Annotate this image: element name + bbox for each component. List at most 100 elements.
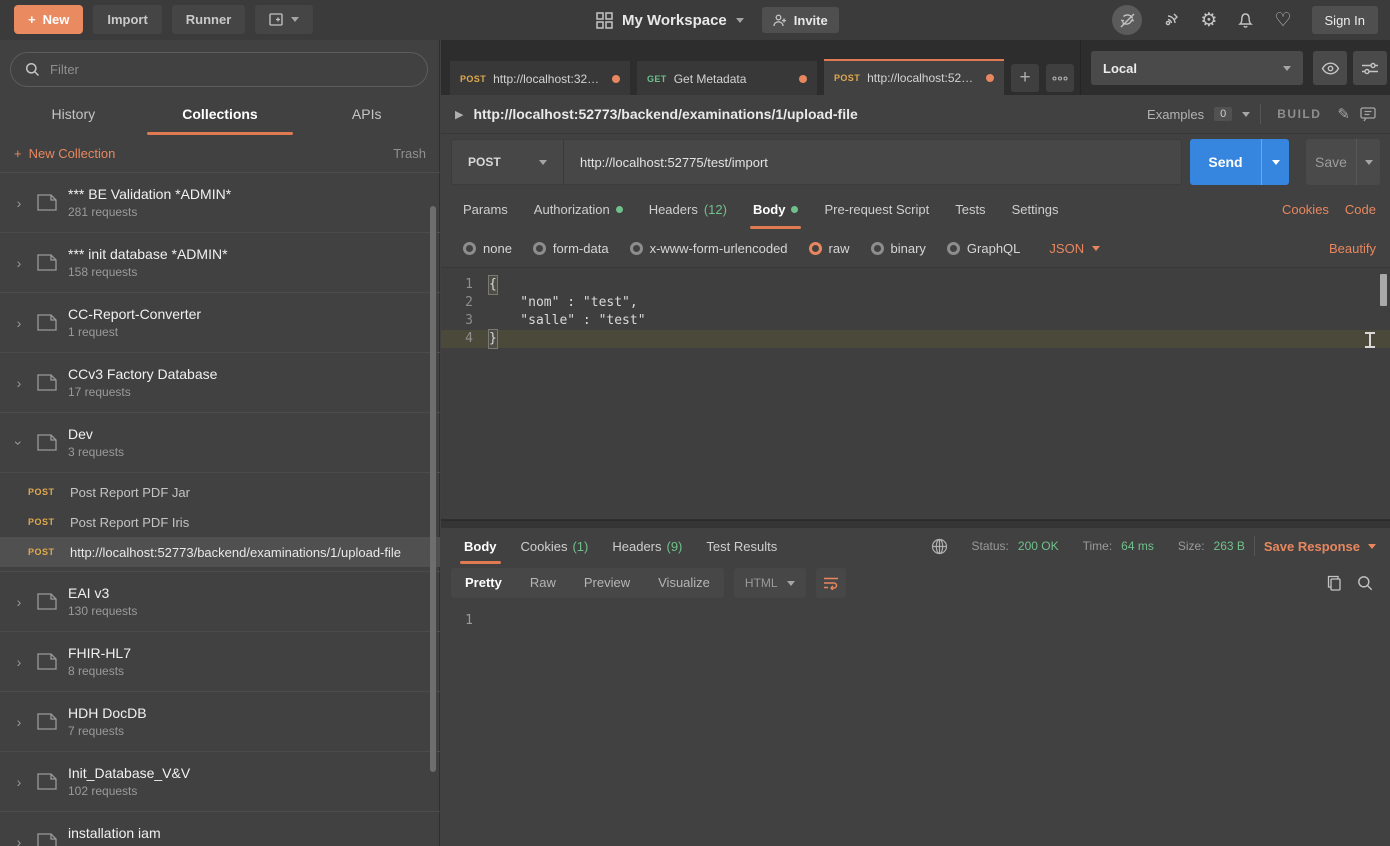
collection-item[interactable]: › CC-Report-Converter 1 request — [0, 293, 440, 353]
collection-folder-icon — [36, 253, 58, 272]
runner-button[interactable]: Runner — [172, 5, 246, 34]
tab-tests[interactable]: Tests — [942, 190, 998, 229]
sign-in-button[interactable]: Sign In — [1312, 6, 1378, 34]
cookies-link[interactable]: Cookies — [1282, 202, 1329, 217]
code-link[interactable]: Code — [1345, 202, 1376, 217]
tab-pre-request-script[interactable]: Pre-request Script — [811, 190, 942, 229]
capture-requests-button[interactable] — [1162, 11, 1180, 29]
response-format-selector[interactable]: HTML — [734, 568, 806, 598]
save-options-button[interactable] — [1356, 139, 1380, 185]
collection-item[interactable]: › *** BE Validation *ADMIN* 281 requests — [0, 173, 440, 233]
request-body-editor[interactable]: 1 { 2 "nom" : "test", 3 "salle" : "test"… — [441, 268, 1390, 520]
collection-item[interactable]: › *** init database *ADMIN* 158 requests — [0, 233, 440, 293]
environment-selector[interactable]: Local — [1091, 51, 1303, 85]
response-tab-cookies[interactable]: Cookies (1) — [509, 528, 601, 564]
chevron-right-icon[interactable]: › — [12, 714, 26, 730]
body-type-form-data[interactable]: form-data — [533, 241, 609, 256]
new-window-button[interactable] — [255, 5, 313, 34]
chevron-right-icon[interactable]: ▶ — [455, 108, 463, 121]
tab-history[interactable]: History — [0, 93, 147, 135]
new-button[interactable]: + New — [14, 5, 83, 34]
view-pretty[interactable]: Pretty — [451, 568, 516, 598]
workspace-switcher[interactable]: My Workspace — [596, 12, 744, 29]
request-item[interactable]: POST Post Report PDF Jar — [0, 477, 440, 507]
chevron-right-icon[interactable]: › — [12, 594, 26, 610]
tab-params[interactable]: Params — [450, 190, 521, 229]
pane-splitter[interactable] — [441, 520, 1390, 528]
network-globe-icon[interactable] — [931, 538, 948, 555]
wrap-lines-button[interactable] — [816, 568, 846, 598]
notifications-button[interactable] — [1237, 11, 1254, 29]
chevron-right-icon[interactable]: › — [12, 834, 26, 846]
collection-item[interactable]: › EAI v3 130 requests — [0, 572, 440, 632]
beautify-link[interactable]: Beautify — [1329, 241, 1376, 256]
chevron-right-icon[interactable]: › — [12, 774, 26, 790]
body-type-urlencoded[interactable]: x-www-form-urlencoded — [630, 241, 788, 256]
method-selector[interactable]: POST — [452, 140, 564, 184]
collection-item[interactable]: › FHIR-HL7 8 requests — [0, 632, 440, 692]
chevron-right-icon[interactable]: › — [12, 195, 26, 211]
chevron-down-icon[interactable]: › — [11, 436, 27, 450]
response-tab-headers[interactable]: Headers (9) — [600, 528, 694, 564]
editor-scrollbar[interactable] — [1380, 274, 1387, 306]
response-body[interactable]: 1 — [441, 602, 1390, 630]
tab-apis[interactable]: APIs — [293, 93, 440, 135]
examples-label[interactable]: Examples — [1147, 107, 1204, 122]
chevron-right-icon[interactable]: › — [12, 315, 26, 331]
sync-off-button[interactable] — [1112, 5, 1142, 35]
view-raw[interactable]: Raw — [516, 568, 570, 598]
request-item-selected[interactable]: POST http://localhost:52773/backend/exam… — [0, 537, 440, 567]
trash-button[interactable]: Trash — [393, 146, 426, 161]
body-type-none[interactable]: none — [463, 241, 512, 256]
body-type-raw-selected[interactable]: raw — [809, 241, 850, 256]
collection-item[interactable]: › HDH DocDB 7 requests — [0, 692, 440, 752]
tab-label: Pre-request Script — [824, 202, 929, 217]
send-options-button[interactable] — [1261, 139, 1289, 185]
response-tab-body[interactable]: Body — [452, 528, 509, 564]
tab-options-button[interactable] — [1046, 64, 1074, 92]
open-tab-1[interactable]: POST http://localhost:32783/... — [450, 61, 630, 95]
filter-input[interactable] — [50, 62, 413, 77]
add-tab-button[interactable]: + — [1011, 64, 1039, 92]
tab-authorization[interactable]: Authorization — [521, 190, 636, 229]
edit-icon[interactable]: ✎ — [1337, 105, 1350, 123]
save-button[interactable]: Save — [1306, 139, 1380, 185]
invite-button[interactable]: Invite — [762, 7, 839, 33]
chevron-right-icon[interactable]: › — [12, 255, 26, 271]
copy-icon[interactable] — [1327, 575, 1342, 591]
send-button[interactable]: Send — [1190, 139, 1289, 185]
chevron-right-icon[interactable]: › — [12, 375, 26, 391]
open-tab-3-active[interactable]: POST http://localhost:52773/... — [824, 59, 1004, 95]
tab-body[interactable]: Body — [740, 190, 812, 229]
import-button[interactable]: Import — [93, 5, 161, 34]
save-response-button[interactable]: Save Response — [1264, 539, 1376, 554]
response-tab-test-results[interactable]: Test Results — [694, 528, 789, 564]
collection-item[interactable]: › CCv3 Factory Database 17 requests — [0, 353, 440, 413]
settings-button[interactable]: ⚙ — [1200, 11, 1217, 30]
tab-headers[interactable]: Headers (12) — [636, 190, 740, 229]
tab-settings[interactable]: Settings — [999, 190, 1072, 229]
chevron-down-icon[interactable] — [1242, 112, 1250, 117]
environment-settings-button[interactable] — [1353, 51, 1387, 85]
collection-item[interactable]: › Init_Database_V&V 102 requests — [0, 752, 440, 812]
view-preview[interactable]: Preview — [570, 568, 644, 598]
favorites-button[interactable]: ♡ — [1274, 11, 1291, 30]
open-tab-2[interactable]: GET Get Metadata — [637, 61, 817, 95]
search-icon[interactable] — [1357, 575, 1373, 591]
sidebar-scrollbar[interactable] — [430, 206, 436, 772]
collection-item[interactable]: › installation iam 115 requests — [0, 812, 440, 846]
body-type-graphql[interactable]: GraphQL — [947, 241, 1020, 256]
view-visualize[interactable]: Visualize — [644, 568, 724, 598]
body-type-binary[interactable]: binary — [871, 241, 926, 256]
radio-selected-icon — [809, 242, 822, 255]
collection-item-dev[interactable]: › Dev 3 requests — [0, 413, 440, 473]
url-input[interactable] — [564, 155, 1181, 170]
environment-preview-button[interactable] — [1313, 51, 1347, 85]
size-value: 263 B — [1214, 539, 1245, 553]
chevron-right-icon[interactable]: › — [12, 654, 26, 670]
request-item[interactable]: POST Post Report PDF Iris — [0, 507, 440, 537]
comments-icon[interactable] — [1360, 107, 1376, 122]
tab-collections[interactable]: Collections — [147, 93, 294, 135]
new-collection-button[interactable]: + New Collection — [14, 146, 115, 161]
content-type-selector[interactable]: JSON — [1049, 241, 1100, 256]
